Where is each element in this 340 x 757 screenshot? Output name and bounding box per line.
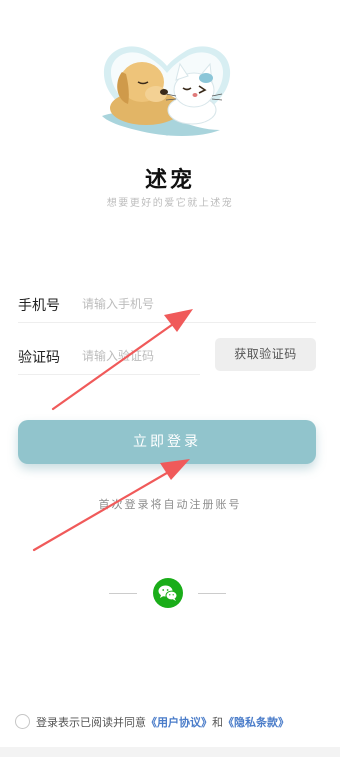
phone-underline bbox=[18, 322, 316, 323]
agreement-radio[interactable] bbox=[15, 714, 30, 729]
auto-register-note: 首次登录将自动注册账号 bbox=[98, 498, 242, 511]
code-underline bbox=[18, 374, 200, 375]
code-input[interactable] bbox=[74, 344, 200, 368]
get-code-button[interactable]: 获取验证码 bbox=[215, 338, 316, 371]
login-screen: 述宠 想要更好的爱它就上述宠 手机号 验证码 获取验证码 立即登录 首次登录将自… bbox=[0, 0, 340, 757]
pet-logo-image bbox=[102, 46, 231, 136]
divider-left bbox=[109, 593, 137, 594]
privacy-policy-link[interactable]: 《隐私条款》 bbox=[223, 716, 289, 729]
app-slogan: 想要更好的爱它就上述宠 bbox=[106, 198, 234, 209]
user-agreement-link[interactable]: 《用户协议》 bbox=[146, 716, 212, 729]
divider-right bbox=[198, 593, 226, 594]
agreement-prefix: 登录表示已阅读并同意 bbox=[36, 716, 146, 729]
agreement-conjunction: 和 bbox=[212, 716, 223, 729]
wechat-icon[interactable] bbox=[153, 578, 183, 608]
phone-input[interactable] bbox=[74, 292, 312, 316]
bottom-bar bbox=[0, 747, 340, 757]
phone-label: 手机号 bbox=[18, 298, 60, 314]
login-button[interactable]: 立即登录 bbox=[18, 420, 316, 464]
code-label: 验证码 bbox=[18, 350, 60, 366]
app-title: 述宠 bbox=[144, 168, 195, 193]
agreement-text: 登录表示已阅读并同意《用户协议》和《隐私条款》 bbox=[36, 714, 289, 732]
agreement-row: 登录表示已阅读并同意《用户协议》和《隐私条款》 bbox=[15, 714, 335, 734]
